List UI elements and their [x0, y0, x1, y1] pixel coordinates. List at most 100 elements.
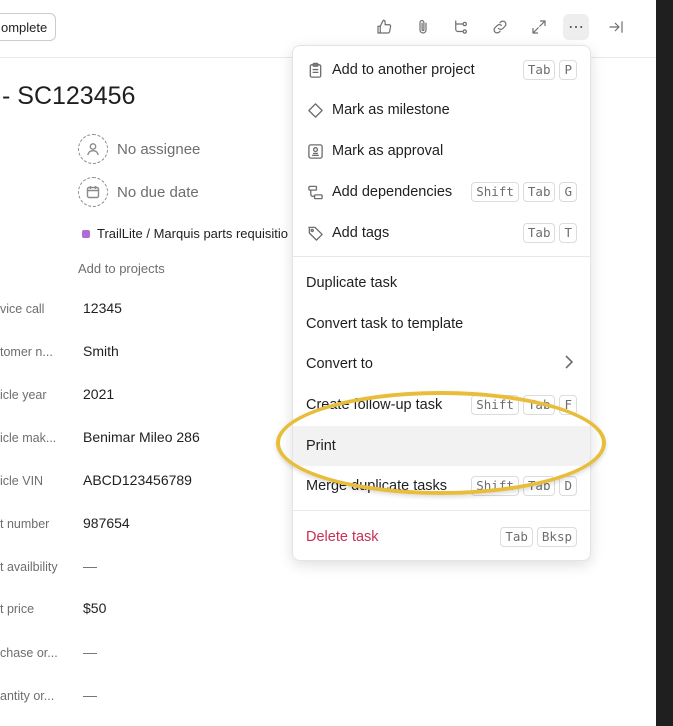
field-value[interactable]: ABCD123456789 — [83, 472, 192, 488]
field-label: t availbility — [0, 560, 58, 574]
field-row: t price $50 — [0, 600, 290, 620]
field-label: t price — [0, 602, 35, 616]
field-row: t availbility — — [0, 558, 290, 578]
shortcut-keys: Tab Bksp — [500, 527, 577, 547]
calendar-icon — [78, 177, 108, 207]
field-value[interactable]: 12345 — [83, 300, 122, 316]
dependencies-icon — [306, 183, 324, 201]
assignee-label: No assignee — [117, 140, 201, 158]
mark-complete-button[interactable]: omplete — [0, 13, 56, 41]
shortcut-key: Tab — [522, 476, 556, 496]
shortcut-key: Shift — [471, 476, 519, 496]
person-icon — [78, 134, 108, 164]
field-label: icle year — [0, 388, 47, 402]
field-row: antity or... — — [0, 687, 290, 707]
menu-item-label: Add dependencies — [332, 184, 453, 200]
menu-divider — [293, 510, 590, 511]
field-value[interactable]: $50 — [83, 600, 106, 616]
menu-item-mark-milestone[interactable]: Mark as milestone — [293, 91, 590, 129]
more-actions-menu: Add to another project Tab P Mark as mil… — [292, 45, 591, 561]
menu-item-create-follow-up[interactable]: Create follow-up task Shift Tab F — [293, 386, 590, 424]
expand-icon[interactable] — [526, 14, 552, 40]
field-label: chase or... — [0, 646, 58, 660]
menu-item-convert-to[interactable]: Convert to — [293, 345, 590, 383]
shortcut-keys: Shift Tab D — [471, 476, 577, 496]
menu-item-convert-to-template[interactable]: Convert task to template — [293, 305, 590, 343]
shortcut-key: Bksp — [536, 527, 577, 547]
field-row: tomer n... Smith — [0, 343, 290, 363]
field-value[interactable]: — — [83, 644, 97, 660]
shortcut-key: D — [559, 476, 577, 496]
due-date-row[interactable]: No due date — [78, 177, 199, 207]
project-chip[interactable]: TrailLite / Marquis parts requisitio — [82, 226, 288, 241]
menu-item-label: Merge duplicate tasks — [306, 478, 448, 494]
menu-item-delete-task[interactable]: Delete task Tab Bksp — [293, 518, 590, 556]
tag-icon — [306, 224, 324, 242]
menu-item-label: Convert task to template — [306, 316, 464, 332]
shortcut-key: Shift — [471, 182, 519, 202]
shortcut-key: T — [559, 223, 577, 243]
window-edge — [656, 0, 673, 726]
menu-item-add-dependencies[interactable]: Add dependencies Shift Tab G — [293, 173, 590, 211]
task-title[interactable]: - SC123456 — [2, 82, 135, 111]
field-value[interactable]: Smith — [83, 343, 119, 359]
field-label: t number — [0, 517, 50, 531]
diamond-icon — [306, 101, 324, 119]
menu-item-mark-approval[interactable]: Mark as approval — [293, 132, 590, 170]
more-icon[interactable] — [563, 14, 589, 40]
link-icon[interactable] — [487, 14, 513, 40]
menu-item-label: Mark as milestone — [332, 102, 450, 118]
shortcut-key: F — [559, 395, 577, 415]
field-label: icle VIN — [0, 474, 44, 488]
menu-item-label: Add to another project — [332, 62, 475, 78]
project-name: TrailLite / Marquis parts requisitio — [97, 226, 288, 241]
shortcut-key: Tab — [522, 60, 556, 80]
menu-item-label: Mark as approval — [332, 143, 444, 159]
subtask-icon[interactable] — [448, 14, 474, 40]
shortcut-key: Tab — [522, 223, 556, 243]
field-value[interactable]: 2021 — [83, 386, 114, 402]
menu-divider — [293, 256, 590, 257]
shortcut-key: Tab — [500, 527, 533, 547]
thumbs-up-icon[interactable] — [371, 14, 397, 40]
menu-item-duplicate-task[interactable]: Duplicate task — [293, 264, 590, 302]
field-label: icle mak... — [0, 431, 57, 445]
clipboard-icon — [306, 61, 324, 79]
menu-item-print[interactable]: Print — [293, 426, 590, 466]
close-panel-icon[interactable] — [603, 14, 629, 40]
menu-item-merge-duplicates[interactable]: Merge duplicate tasks Shift Tab D — [293, 467, 590, 505]
assignee-row[interactable]: No assignee — [78, 134, 200, 164]
field-value[interactable]: Benimar Mileo 286 — [83, 429, 200, 445]
field-row: icle VIN ABCD123456789 — [0, 472, 290, 492]
attachment-icon[interactable] — [410, 14, 436, 40]
chevron-right-icon — [564, 354, 574, 374]
field-value[interactable]: 987654 — [83, 515, 130, 531]
menu-item-label: Create follow-up task — [306, 397, 443, 413]
project-color-dot — [82, 229, 90, 238]
field-row: vice call 12345 — [0, 300, 290, 320]
shortcut-key: Shift — [471, 395, 519, 415]
shortcut-key: G — [559, 182, 577, 202]
shortcut-key: Tab — [522, 182, 556, 202]
field-row: t number 987654 — [0, 515, 290, 535]
field-label: vice call — [0, 302, 45, 316]
menu-item-label: Duplicate task — [306, 275, 398, 291]
shortcut-key: P — [559, 60, 577, 80]
shortcut-keys: Shift Tab G — [471, 182, 577, 202]
shortcut-keys: Tab T — [522, 223, 577, 243]
field-value[interactable]: — — [83, 558, 97, 574]
shortcut-keys: Shift Tab F — [471, 395, 577, 415]
menu-item-add-tags[interactable]: Add tags Tab T — [293, 214, 590, 252]
field-value[interactable]: — — [83, 687, 97, 703]
field-label: antity or... — [0, 689, 55, 703]
field-row: icle year 2021 — [0, 386, 290, 406]
menu-item-label: Delete task — [306, 529, 379, 545]
add-to-projects-link[interactable]: Add to projects — [78, 261, 165, 276]
menu-item-label: Add tags — [332, 225, 390, 241]
due-date-label: No due date — [117, 183, 199, 201]
menu-item-label: Convert to — [306, 356, 373, 372]
menu-item-add-to-project[interactable]: Add to another project Tab P — [293, 51, 590, 89]
field-row: icle mak... Benimar Mileo 286 — [0, 429, 290, 449]
menu-item-label: Print — [306, 438, 336, 454]
shortcut-keys: Tab P — [522, 60, 577, 80]
